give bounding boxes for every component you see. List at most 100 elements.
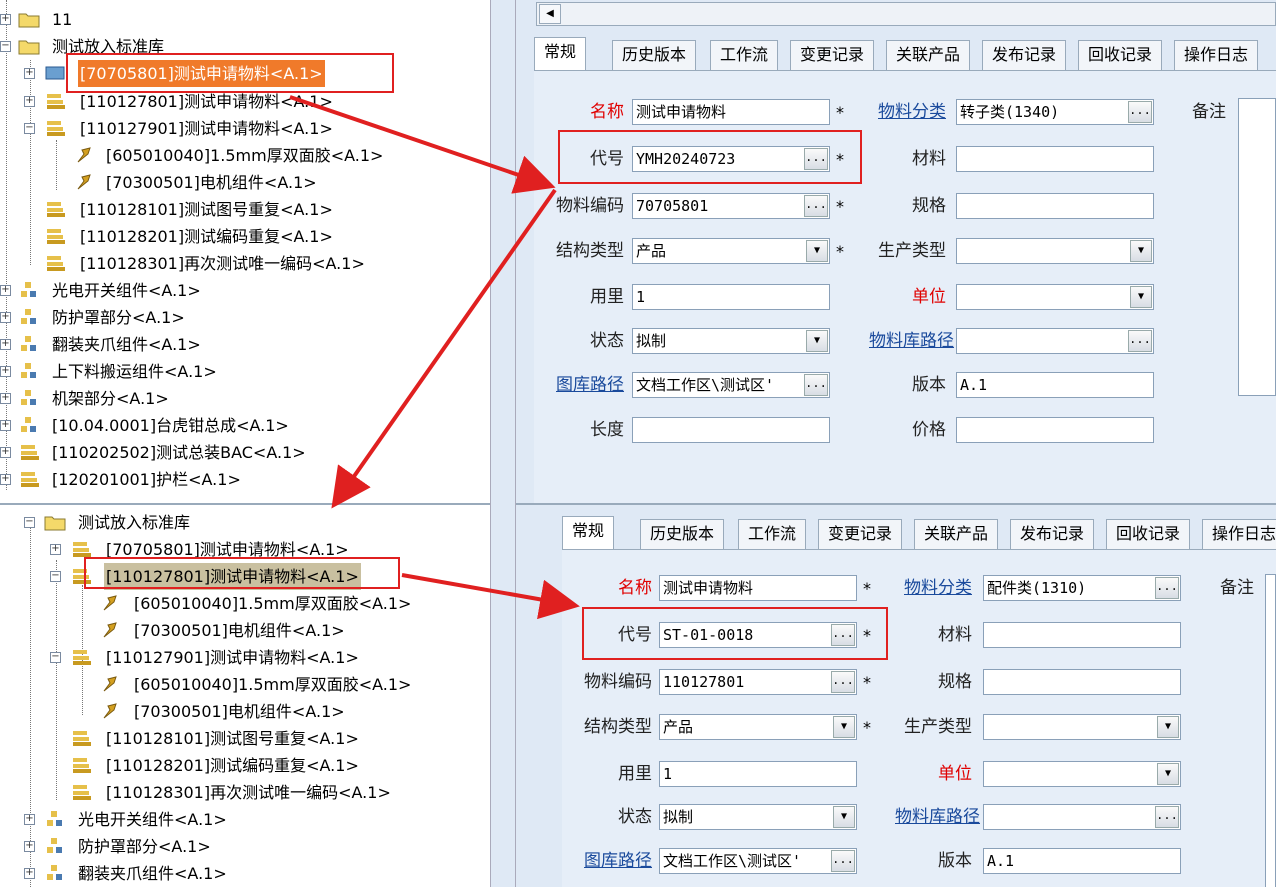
expand-icon[interactable]: +: [0, 14, 11, 25]
required-mark: *: [863, 718, 871, 737]
category-field[interactable]: 配件类(1310)...: [983, 575, 1181, 601]
horizontal-scrollbar[interactable]: ◀: [536, 2, 1276, 26]
tab-general[interactable]: 常规: [562, 516, 615, 549]
browse-button[interactable]: ...: [804, 374, 828, 396]
expand-icon[interactable]: +: [0, 447, 11, 458]
expand-icon[interactable]: +: [24, 96, 35, 107]
qty-field[interactable]: 1: [632, 284, 830, 310]
browse-button[interactable]: ...: [804, 195, 828, 217]
unit-select[interactable]: ▼: [956, 284, 1154, 310]
tab-release[interactable]: 发布记录: [1010, 519, 1095, 549]
dropdown-icon[interactable]: ▼: [1157, 763, 1179, 785]
expand-icon[interactable]: +: [24, 68, 35, 79]
name-field[interactable]: 测试申请物料: [632, 99, 830, 125]
expand-icon[interactable]: +: [0, 474, 11, 485]
version-field[interactable]: A.1: [956, 372, 1154, 398]
expand-icon[interactable]: +: [0, 339, 11, 350]
name-field[interactable]: 测试申请物料: [659, 575, 857, 601]
doc-path-label[interactable]: 图库路径: [558, 848, 652, 874]
tab-general[interactable]: 常规: [534, 37, 587, 70]
qty-field[interactable]: 1: [659, 761, 857, 787]
scroll-left-icon[interactable]: ◀: [539, 4, 561, 24]
tab-workflow[interactable]: 工作流: [710, 40, 779, 70]
category-field[interactable]: 转子类(1340)...: [956, 99, 1154, 125]
part-icon: [103, 595, 117, 611]
doc-path-field[interactable]: 文档工作区\测试区'...: [659, 848, 857, 874]
browse-button[interactable]: ...: [1128, 101, 1152, 123]
prod-type-label: 生产类型: [904, 717, 972, 737]
collapse-icon[interactable]: −: [50, 571, 61, 582]
unit-select[interactable]: ▼: [983, 761, 1181, 787]
material-code-field[interactable]: 110127801...: [659, 669, 857, 695]
tab-log[interactable]: 操作日志: [1202, 519, 1276, 549]
expand-icon[interactable]: +: [0, 420, 11, 431]
component-icon: [47, 811, 62, 826]
lib-path-label[interactable]: 物料库路径: [842, 328, 954, 354]
material-field[interactable]: [983, 622, 1181, 648]
spec-field[interactable]: [983, 669, 1181, 695]
struct-type-label: 结构类型: [556, 241, 624, 261]
browse-button[interactable]: ...: [1155, 577, 1179, 599]
tab-changes[interactable]: 变更记录: [818, 519, 903, 549]
tab-history[interactable]: 历史版本: [612, 40, 697, 70]
expand-icon[interactable]: +: [24, 814, 35, 825]
lib-path-field[interactable]: ...: [983, 804, 1181, 830]
prod-type-select[interactable]: ▼: [983, 714, 1181, 740]
tab-related[interactable]: 关联产品: [886, 40, 971, 70]
material-field[interactable]: [956, 146, 1154, 172]
tab-log[interactable]: 操作日志: [1174, 40, 1259, 70]
category-label[interactable]: 物料分类: [856, 99, 946, 125]
expand-icon[interactable]: +: [24, 841, 35, 852]
note-field[interactable]: [1265, 574, 1276, 887]
splitter[interactable]: [490, 0, 516, 887]
tab-recycle[interactable]: 回收记录: [1078, 40, 1163, 70]
dropdown-icon[interactable]: ▼: [833, 716, 855, 738]
browse-button[interactable]: ...: [1128, 330, 1152, 352]
expand-icon[interactable]: +: [0, 393, 11, 404]
collapse-icon[interactable]: −: [24, 517, 35, 528]
collapse-icon[interactable]: −: [0, 41, 11, 52]
dropdown-icon[interactable]: ▼: [1130, 240, 1152, 262]
collapse-icon[interactable]: −: [24, 123, 35, 134]
expand-icon[interactable]: +: [50, 544, 61, 555]
doc-path-field[interactable]: 文档工作区\测试区'...: [632, 372, 830, 398]
category-label[interactable]: 物料分类: [882, 575, 972, 601]
expand-icon[interactable]: +: [24, 868, 35, 879]
tab-release[interactable]: 发布记录: [982, 40, 1067, 70]
collapse-icon[interactable]: −: [50, 652, 61, 663]
dropdown-icon[interactable]: ▼: [1130, 286, 1152, 308]
dropdown-icon[interactable]: ▼: [806, 240, 828, 262]
struct-type-select[interactable]: 产品 ▼: [659, 714, 857, 740]
expand-icon[interactable]: +: [0, 366, 11, 377]
tab-history[interactable]: 历史版本: [640, 519, 725, 549]
dropdown-icon[interactable]: ▼: [833, 806, 855, 828]
expand-icon[interactable]: +: [0, 312, 11, 323]
note-field[interactable]: [1238, 98, 1276, 396]
tab-workflow[interactable]: 工作流: [738, 519, 807, 549]
dropdown-icon[interactable]: ▼: [806, 330, 828, 352]
material-code-field[interactable]: 70705801...: [632, 193, 830, 219]
browse-button[interactable]: ...: [831, 671, 855, 693]
version-field[interactable]: A.1: [983, 848, 1181, 874]
required-mark: *: [836, 242, 844, 261]
price-label: 价格: [912, 420, 946, 440]
tab-recycle[interactable]: 回收记录: [1106, 519, 1191, 549]
price-field[interactable]: [956, 417, 1154, 443]
spec-label: 规格: [912, 196, 946, 216]
status-select[interactable]: 拟制 ▼: [659, 804, 857, 830]
tab-changes[interactable]: 变更记录: [790, 40, 875, 70]
doc-path-label[interactable]: 图库路径: [530, 372, 624, 398]
status-select[interactable]: 拟制 ▼: [632, 328, 830, 354]
lib-path-label[interactable]: 物料库路径: [868, 804, 980, 830]
tab-related[interactable]: 关联产品: [914, 519, 999, 549]
dropdown-icon[interactable]: ▼: [1157, 716, 1179, 738]
length-field[interactable]: [632, 417, 830, 443]
prod-type-select[interactable]: ▼: [956, 238, 1154, 264]
spec-field[interactable]: [956, 193, 1154, 219]
lib-path-field[interactable]: ...: [956, 328, 1154, 354]
expand-icon[interactable]: +: [0, 285, 11, 296]
version-label: 版本: [912, 375, 946, 395]
browse-button[interactable]: ...: [831, 850, 855, 872]
struct-type-select[interactable]: 产品 ▼: [632, 238, 830, 264]
browse-button[interactable]: ...: [1155, 806, 1179, 828]
